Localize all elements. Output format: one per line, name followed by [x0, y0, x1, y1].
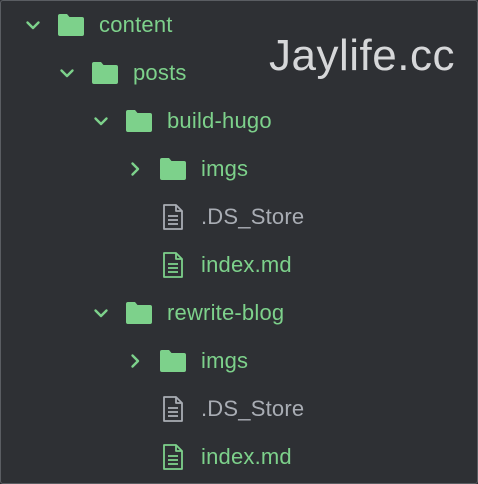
tree-item-label: posts: [133, 60, 187, 85]
tree-item-rewrite-blog[interactable]: rewrite-blog: [1, 289, 477, 337]
chevron-right-icon[interactable]: [125, 351, 145, 371]
chevron-down-icon[interactable]: [91, 303, 111, 323]
tree-item-index-md[interactable]: index.md: [1, 433, 477, 481]
tree-item-label: rewrite-blog: [167, 300, 285, 325]
folder-icon: [125, 107, 153, 135]
folder-icon: [159, 347, 187, 375]
tree-item-label: imgs: [201, 156, 249, 181]
tree-item-build-hugo[interactable]: build-hugo: [1, 97, 477, 145]
chevron-down-icon[interactable]: [23, 15, 43, 35]
chevron-down-icon[interactable]: [57, 63, 77, 83]
chevron-down-icon[interactable]: [91, 111, 111, 131]
tree-item-label: index.md: [201, 444, 292, 469]
watermark-text: Jaylife.cc: [269, 31, 455, 80]
folder-icon: [57, 11, 85, 39]
tree-item-label: content: [99, 12, 173, 37]
folder-icon: [91, 59, 119, 87]
file-tree-panel: content posts build-hugo imgs .DS_Store …: [0, 0, 478, 484]
tree-item-label: imgs: [201, 348, 249, 373]
tree-item-label: .DS_Store: [201, 396, 305, 421]
folder-icon: [125, 299, 153, 327]
tree-item-imgs[interactable]: imgs: [1, 145, 477, 193]
file-icon: [159, 251, 187, 279]
chevron-right-icon[interactable]: [125, 159, 145, 179]
folder-icon: [159, 155, 187, 183]
tree-item-imgs[interactable]: imgs: [1, 337, 477, 385]
tree-item-ds-store[interactable]: .DS_Store: [1, 385, 477, 433]
tree-item-label: .DS_Store: [201, 204, 305, 229]
file-icon: [159, 203, 187, 231]
tree-item-label: index.md: [201, 252, 292, 277]
tree-item-ds-store[interactable]: .DS_Store: [1, 193, 477, 241]
tree-item-index-md[interactable]: index.md: [1, 241, 477, 289]
file-icon: [159, 443, 187, 471]
file-icon: [159, 395, 187, 423]
tree-item-label: build-hugo: [167, 108, 272, 133]
